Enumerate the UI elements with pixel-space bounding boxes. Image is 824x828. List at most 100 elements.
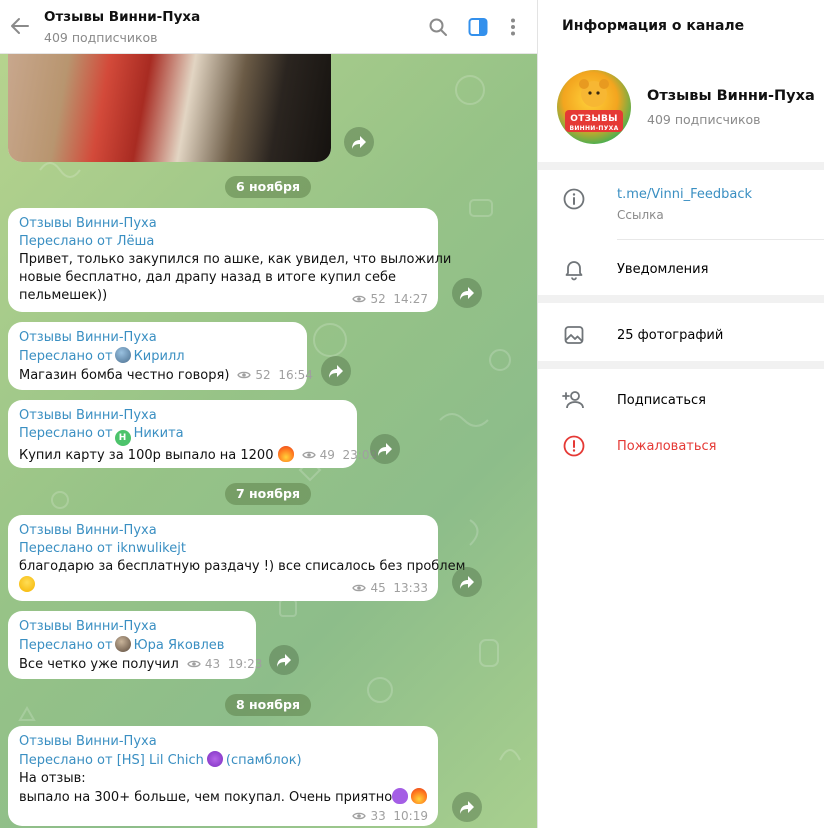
section-divider [538,162,824,170]
search-icon[interactable] [427,16,449,38]
forwarded-from[interactable]: Переслано от iknwulikejt [19,540,427,558]
forward-author: [HS] Lil Chich [116,753,204,768]
forward-button[interactable] [370,434,400,464]
forward-button[interactable] [269,645,299,675]
forward-button[interactable] [452,792,482,822]
subscribe-button[interactable]: Подписаться [617,393,706,408]
message-bubble[interactable]: Отзывы Винни-Пуха Переслано от iknwulike… [8,515,466,601]
avatar: Н [114,430,131,446]
forward-arrow-icon [460,576,474,589]
forward-author: Кирилл [133,349,185,364]
message-bubble[interactable]: Отзывы Винни-Пуха Переслано от [HS] Lil … [8,726,438,826]
chat-header: Отзывы Винни-Пуха 409 подписчиков [0,0,537,54]
logo-text: ОТЗЫВЫ [570,114,618,124]
forward-button[interactable] [321,356,351,386]
forward-arrow-icon [329,365,343,378]
chat-title[interactable]: Отзывы Винни-Пуха [44,9,200,25]
more-vertical-icon[interactable] [502,16,524,38]
date-separator: 6 ноября [225,176,312,198]
message-text-line: новые бесплатно, дал драпу назад в итоге… [19,270,396,285]
message-text-line: Привет, только закупился по ашке, как ув… [19,252,452,267]
purple-heart-emoji-icon [392,788,409,804]
forward-button[interactable] [452,278,482,308]
eye-icon [187,660,201,668]
bear-logo-icon [565,79,623,132]
avatar [114,347,131,363]
forward-author: Юра Яковлев [133,638,225,653]
message-meta: 52 16:54 [237,366,313,384]
date-separator: 8 ноября [225,694,312,716]
message-text-line: выпало на 300+ больше, чем покупал. Очен… [19,788,428,807]
channel-avatar[interactable]: ОТЗЫВЫ ВИННИ-ПУХА [557,70,631,144]
forwarded-from[interactable]: Переслано от Н Никита [19,425,346,446]
message-photo[interactable] [8,54,331,162]
message-text-line: На отзыв: [19,771,86,786]
forwarded-from[interactable]: Переслано от Лёша [19,233,427,251]
notifications-setting[interactable]: Уведомления [617,262,708,277]
forward-arrow-icon [460,801,474,814]
message-bubble[interactable]: Отзывы Винни-Пуха Переслано от Юра Яковле… [8,611,262,679]
message-channel-name[interactable]: Отзывы Винни-Пуха [19,215,427,233]
forward-arrow-icon [352,136,366,149]
forward-arrow-icon [378,443,392,456]
message-channel-name[interactable]: Отзывы Винни-Пуха [19,733,427,751]
channel-name: Отзывы Винни-Пуха [647,88,815,104]
forwarded-from[interactable]: Переслано от Юра Яковлев [19,636,245,655]
message-bubble[interactable]: Отзывы Винни-Пуха Переслано от Лёша Прив… [8,208,452,312]
panel-title: Информация о канале [562,18,745,34]
forward-author: Никита [133,426,184,441]
eye-icon [352,584,367,592]
message-channel-name[interactable]: Отзывы Винни-Пуха [19,618,245,636]
forward-author: iknwulikejt [116,541,186,556]
logo-subtext: ВИННИ-ПУХА [569,125,619,132]
date-separator: 7 ноября [225,483,312,505]
report-button[interactable]: Пожаловаться [617,439,717,454]
forward-arrow-icon [277,654,291,667]
row-divider [617,239,824,240]
eye-icon [237,371,252,379]
channel-link[interactable]: t.me/Vinni_Feedback [617,187,752,202]
fire-emoji-icon [277,446,294,462]
message-channel-name[interactable]: Отзывы Винни-Пуха [19,407,346,425]
message-meta: 49 23:09 [301,446,377,464]
section-divider [538,361,824,369]
avatar [114,636,131,652]
back-arrow-icon[interactable] [8,14,32,38]
message-meta: 52 14:27 [352,292,428,306]
shared-photos[interactable]: 25 фотографий [617,328,723,343]
forward-author: Лёша [116,234,155,249]
section-divider [538,295,824,303]
eye-icon [352,812,367,820]
fire-emoji-icon [411,788,428,804]
channel-link-label: Ссылка [617,208,664,222]
devil-emoji-icon [206,751,223,767]
forwarded-from[interactable]: Переслано от [HS] Lil Chich (спамблок) [19,751,427,770]
message-text-line: Купил карту за 100р выпало на 1200 49 23… [19,446,378,463]
smirk-emoji-icon [19,576,35,592]
message-meta: 45 13:33 [352,581,428,595]
message-channel-name[interactable]: Отзывы Винни-Пуха [19,522,427,540]
eye-icon [301,451,316,459]
message-text-line: благодарю за бесплатную раздачу !) все с… [19,559,466,574]
forward-button[interactable] [344,127,374,157]
message-text-line: Магазин бомба честно говоря) 52 16:54 [19,368,313,383]
bell-icon [565,261,583,281]
add-user-icon [562,391,584,409]
forward-button[interactable] [452,567,482,597]
warning-icon [563,435,585,457]
info-icon [563,188,585,210]
channel-info-panel: Информация о канале ОТЗЫВЫ ВИННИ-ПУХА От… [537,0,824,828]
eye-icon [352,295,367,303]
message-bubble[interactable]: Отзывы Винни-Пуха Переслано от Кирилл Маг… [8,322,313,390]
message-meta: 33 10:19 [352,809,428,823]
message-meta: 43 19:23 [187,655,262,673]
forward-arrow-icon [460,287,474,300]
message-bubble[interactable]: Отзывы Винни-Пуха Переслано от Н Никита Ку… [8,400,378,468]
photo-message[interactable] [8,54,331,162]
channel-subscribers: 409 подписчиков [647,112,761,127]
chat-subscribers: 409 подписчиков [44,30,158,45]
message-channel-name[interactable]: Отзывы Винни-Пуха [19,329,296,347]
chat-area: Отзывы Винни-Пуха 409 подписчиков 6 нояб… [0,0,537,828]
forwarded-from[interactable]: Переслано от Кирилл [19,347,296,366]
sidebar-toggle-icon[interactable] [467,16,489,38]
